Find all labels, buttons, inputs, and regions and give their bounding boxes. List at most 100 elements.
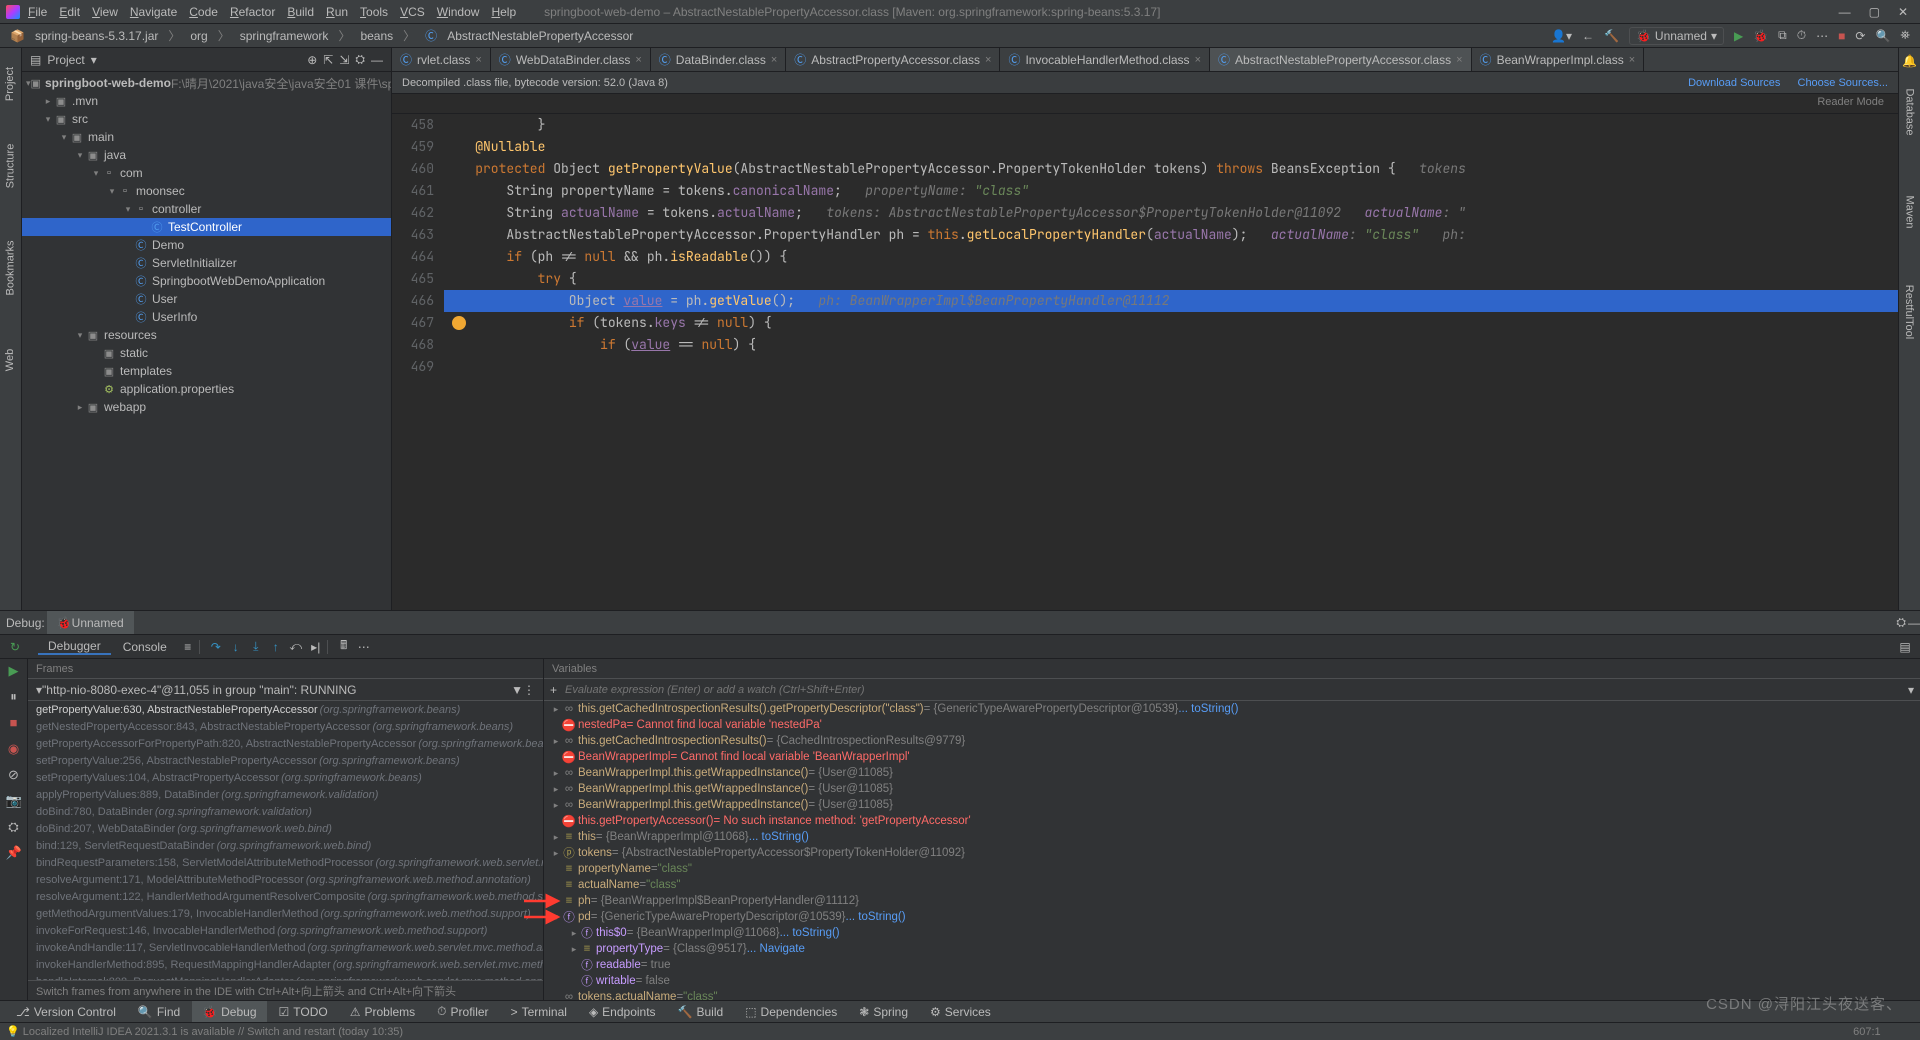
editor-tab[interactable]: Ⓒrvlet.class× [392, 48, 491, 71]
editor-tab[interactable]: ⒸInvocableHandlerMethod.class× [1000, 48, 1210, 71]
menu-code[interactable]: Code [183, 5, 224, 19]
step-over-icon[interactable]: ↷ [207, 640, 225, 654]
web-tool-tab[interactable]: Web [5, 349, 17, 371]
force-step-into-icon[interactable]: ⤓ [247, 639, 265, 654]
debug-side-toolbar[interactable]: ▶ ⏸ ■ ◉ ⊘ 📷 ⛭ 📌 [0, 659, 28, 1000]
stack-frame[interactable]: resolveArgument:122, HandlerMethodArgume… [28, 888, 543, 905]
close-icon[interactable]: ✕ [1898, 5, 1908, 19]
variable-row[interactable]: ▸ⓟtokens = {AbstractNestablePropertyAcce… [544, 845, 1920, 861]
expand-icon[interactable]: ▾ [1908, 683, 1914, 697]
variable-row[interactable]: ⛔this.getPropertyAccessor() = No such in… [544, 813, 1920, 829]
status-right[interactable]: 607:1 ⠀ ⠀ ⠀ [1853, 1025, 1914, 1038]
stack-frame[interactable]: getPropertyAccessorForPropertyPath:820, … [28, 735, 543, 752]
editor-tabs[interactable]: Ⓒrvlet.class×ⒸWebDataBinder.class×ⒸDataB… [392, 48, 1898, 72]
download-sources-link[interactable]: Download Sources [1688, 77, 1780, 89]
settings-icon[interactable]: ⛯ [1900, 28, 1910, 43]
notifications-icon[interactable]: 🔔 [1902, 54, 1917, 68]
project-view-icon[interactable]: ▤ [30, 53, 41, 67]
menu-file[interactable]: File [22, 5, 53, 19]
debugger-tab[interactable]: Debugger [38, 639, 111, 655]
chevron-down-icon[interactable]: ▾ [91, 53, 97, 67]
variable-row[interactable]: ≡actualName = "class" [544, 877, 1920, 893]
evaluate-icon[interactable]: 🖩 [335, 636, 353, 657]
stop-icon[interactable]: ■ [6, 715, 22, 731]
debug-config-tab[interactable]: 🐞 Unnamed [47, 611, 134, 634]
hide-icon[interactable]: — [371, 53, 383, 67]
tree-node[interactable]: ▾▣src [22, 110, 391, 128]
project-tool-tab[interactable]: Project [5, 67, 17, 101]
database-tool-tab[interactable]: Database [1904, 88, 1916, 135]
settings-icon[interactable]: ⛭ [6, 819, 22, 835]
menu-build[interactable]: Build [281, 5, 320, 19]
project-tree[interactable]: ▾▣springboot-web-demo F:\晴月\2021\java安全\… [22, 72, 391, 610]
variable-row[interactable]: ⛔nestedPa = Cannot find local variable '… [544, 717, 1920, 733]
bottom-tab-version-control[interactable]: ⎇Version Control [6, 1001, 126, 1022]
tree-node[interactable]: ⒸDemo [22, 236, 391, 254]
tree-node[interactable]: ⒸSpringbootWebDemoApplication [22, 272, 391, 290]
status-message[interactable]: Localized IntelliJ IDEA 2021.3.1 is avai… [23, 1026, 403, 1038]
git-update-icon[interactable]: ⟳ [1855, 29, 1865, 43]
tree-node[interactable]: ⒸServletInitializer [22, 254, 391, 272]
bottom-tool-stripe[interactable]: ⎇Version Control🔍Find🐞Debug☑TODO⚠Problem… [0, 1000, 1920, 1022]
frames-list[interactable]: getPropertyValue:630, AbstractNestablePr… [28, 701, 543, 980]
editor-tab[interactable]: ⒸDataBinder.class× [651, 48, 787, 71]
get-thread-dump-icon[interactable]: 📷 [6, 793, 22, 809]
bottom-tab-dependencies[interactable]: ⬚Dependencies [735, 1001, 847, 1022]
variable-row[interactable]: ▸ⓕthis$0 = {BeanWrapperImpl@11068} ... t… [544, 925, 1920, 941]
stack-frame[interactable]: handleInternal:808, RequestMappingHandle… [28, 973, 543, 980]
step-out-icon[interactable]: ↑ [267, 640, 285, 654]
more-icon[interactable]: ⋮ [523, 683, 535, 697]
close-tab-icon[interactable]: × [1629, 54, 1635, 66]
stack-frame[interactable]: invokeAndHandle:117, ServletInvocableHan… [28, 939, 543, 956]
pause-icon[interactable]: ⏸ [6, 689, 22, 705]
user-icon[interactable]: 👤▾ [1551, 29, 1572, 43]
editor-tab[interactable]: ⒸAbstractNestablePropertyAccessor.class× [1210, 48, 1472, 71]
tree-node[interactable]: ⒸTestController [22, 218, 391, 236]
bottom-tab-find[interactable]: 🔍Find [128, 1001, 190, 1022]
stack-frame[interactable]: doBind:207, WebDataBinder (org.springfra… [28, 820, 543, 837]
breadcrumb-segment[interactable]: AbstractNestablePropertyAccessor [443, 29, 637, 43]
stack-frame[interactable]: setPropertyValue:256, AbstractNestablePr… [28, 752, 543, 769]
evaluate-expression-input[interactable] [563, 683, 1902, 697]
bottom-tab-build[interactable]: 🔨Build [668, 1001, 734, 1022]
bottom-tab-services[interactable]: ⚙Services [920, 1001, 1001, 1022]
console-tab[interactable]: Console [113, 640, 177, 654]
thread-selector[interactable]: ▾ "http-nio-8080-exec-4"@11,055 in group… [28, 679, 543, 701]
breadcrumb-segment[interactable]: spring-beans-5.3.17.jar [31, 29, 162, 43]
tree-node[interactable]: ▾▣java [22, 146, 391, 164]
bottom-tab-todo[interactable]: ☑TODO [269, 1001, 338, 1022]
bottom-tab-problems[interactable]: ⚠Problems [340, 1001, 425, 1022]
stack-frame[interactable]: bind:129, ServletRequestDataBinder (org.… [28, 837, 543, 854]
variable-row[interactable]: ▸∞BeanWrapperImpl.this.getWrappedInstanc… [544, 797, 1920, 813]
tree-node[interactable]: ▸▣.mvn [22, 92, 391, 110]
maximize-icon[interactable]: ▢ [1869, 5, 1880, 19]
maven-tool-tab[interactable]: Maven [1904, 195, 1916, 228]
tree-node[interactable]: ⒸUserInfo [22, 308, 391, 326]
right-tool-stripe[interactable]: 🔔 Database Maven RestfulTool [1898, 48, 1920, 610]
tree-node[interactable]: ⚙application.properties [22, 380, 391, 398]
breadcrumb-segment[interactable]: springframework [236, 29, 333, 43]
menu-vcs[interactable]: VCS [394, 5, 431, 19]
add-watch-icon[interactable]: + [550, 683, 557, 697]
bottom-tab-terminal[interactable]: >Terminal [501, 1001, 577, 1022]
variable-row[interactable]: ▾ⓕpd = {GenericTypeAwarePropertyDescript… [544, 909, 1920, 925]
bottom-tab-endpoints[interactable]: ◈Endpoints [579, 1001, 666, 1022]
stack-frame[interactable]: doBind:780, DataBinder (org.springframew… [28, 803, 543, 820]
variable-row[interactable]: ⓕwritable = false [544, 973, 1920, 989]
breadcrumb-segment[interactable]: org [186, 29, 211, 43]
stop-icon[interactable]: ■ [1838, 29, 1845, 43]
bottom-tab-debug[interactable]: 🐞Debug [192, 1001, 266, 1022]
variable-row[interactable]: ▸∞BeanWrapperImpl.this.getWrappedInstanc… [544, 765, 1920, 781]
editor-tab[interactable]: ⒸWebDataBinder.class× [491, 48, 651, 71]
editor-tab[interactable]: ⒸBeanWrapperImpl.class× [1472, 48, 1645, 71]
menu-help[interactable]: Help [485, 5, 522, 19]
breadcrumb[interactable]: 📦 spring-beans-5.3.17.jar〉org〉springfram… [6, 27, 637, 44]
menu-tools[interactable]: Tools [354, 5, 394, 19]
tree-node[interactable]: ▣static [22, 344, 391, 362]
pin-icon[interactable]: 📌 [6, 845, 22, 861]
tree-root[interactable]: ▾▣springboot-web-demo F:\晴月\2021\java安全\… [22, 74, 391, 92]
variable-row[interactable]: ⓕreadable = true [544, 957, 1920, 973]
search-everywhere-icon[interactable]: 🔍 [1875, 29, 1890, 43]
menu-view[interactable]: View [86, 5, 124, 19]
mute-breakpoints-icon[interactable]: ⊘ [6, 767, 22, 783]
